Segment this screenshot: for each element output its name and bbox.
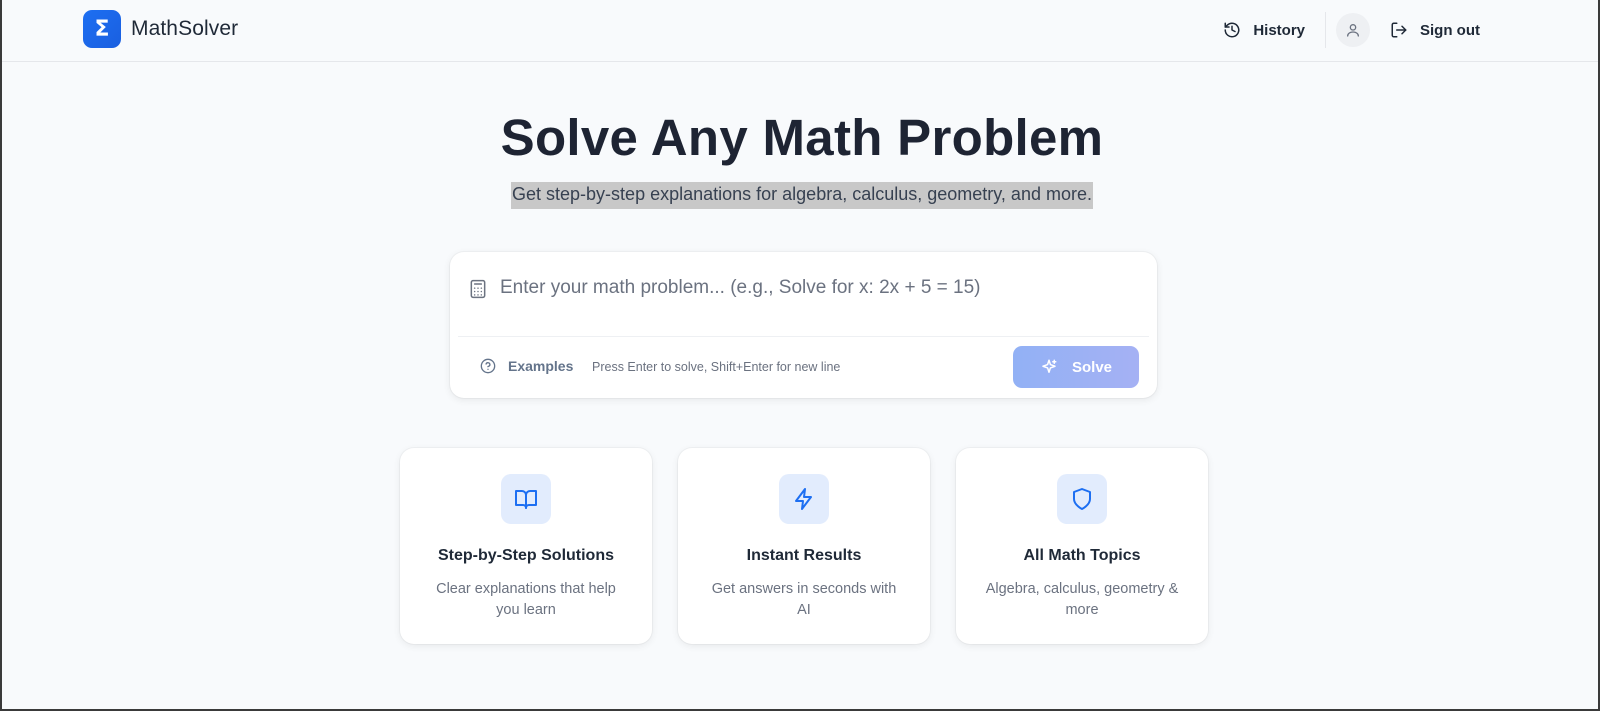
top-navbar: Σ MathSolver History Sign out — [2, 0, 1598, 62]
sign-out-icon — [1391, 22, 1407, 38]
subtitle-wrapper: Get step-by-step explanations for algebr… — [2, 182, 1600, 209]
feature-icon-container — [1057, 474, 1107, 524]
card-divider — [458, 336, 1149, 337]
feature-description: Algebra, calculus, geometry & more — [985, 581, 1179, 618]
shield-icon — [1073, 488, 1091, 510]
calculator-icon — [470, 279, 486, 299]
sign-out-label: Sign out — [1420, 21, 1480, 39]
feature-title: Step-by-Step Solutions — [438, 547, 614, 564]
history-icon — [1224, 22, 1240, 38]
examples-label: Examples — [508, 358, 574, 374]
brand-name: MathSolver — [131, 17, 239, 40]
feature-card-instant-results: Instant Results Get answers in seconds w… — [678, 448, 930, 644]
feature-description: Clear explanations that help you learn — [436, 581, 616, 618]
feature-card-step-by-step: Step-by-Step Solutions Clear explanation… — [400, 448, 652, 644]
sigma-logo-icon: Σ — [83, 10, 121, 48]
feature-card-all-topics: All Math Topics Algebra, calculus, geome… — [956, 448, 1208, 644]
header-nav: History Sign out — [1223, 10, 1480, 50]
app-window: Σ MathSolver History Sign out Solve Any … — [0, 0, 1600, 711]
brand[interactable]: Σ MathSolver — [83, 10, 238, 48]
keyboard-hint: Press Enter to solve, Shift+Enter for ne… — [592, 360, 841, 374]
solve-button[interactable]: Solve — [1013, 346, 1139, 388]
feature-title: All Math Topics — [1023, 547, 1141, 564]
user-avatar[interactable] — [1336, 13, 1370, 47]
nav-divider — [1325, 12, 1326, 48]
feature-description: Get answers in seconds with AI — [711, 581, 897, 618]
feature-title: Instant Results — [746, 547, 862, 564]
math-problem-input[interactable] — [500, 268, 1140, 308]
book-open-icon — [515, 490, 537, 509]
sign-out-button[interactable]: Sign out — [1390, 21, 1480, 39]
page-title: Solve Any Math Problem — [500, 109, 1104, 166]
lightning-icon — [795, 488, 812, 510]
help-circle-icon — [480, 358, 496, 374]
page-subtitle: Get step-by-step explanations for algebr… — [511, 182, 1093, 209]
history-label: History — [1253, 21, 1305, 39]
history-button[interactable]: History — [1223, 21, 1305, 39]
user-icon — [1347, 24, 1359, 37]
feature-icon-container — [779, 474, 829, 524]
solve-label: Solve — [1071, 358, 1113, 376]
feature-icon-container — [501, 474, 551, 524]
examples-button[interactable]: Examples — [480, 358, 573, 374]
sparkles-icon — [1042, 359, 1057, 373]
problem-input-card: Examples Press Enter to solve, Shift+Ent… — [450, 252, 1157, 398]
